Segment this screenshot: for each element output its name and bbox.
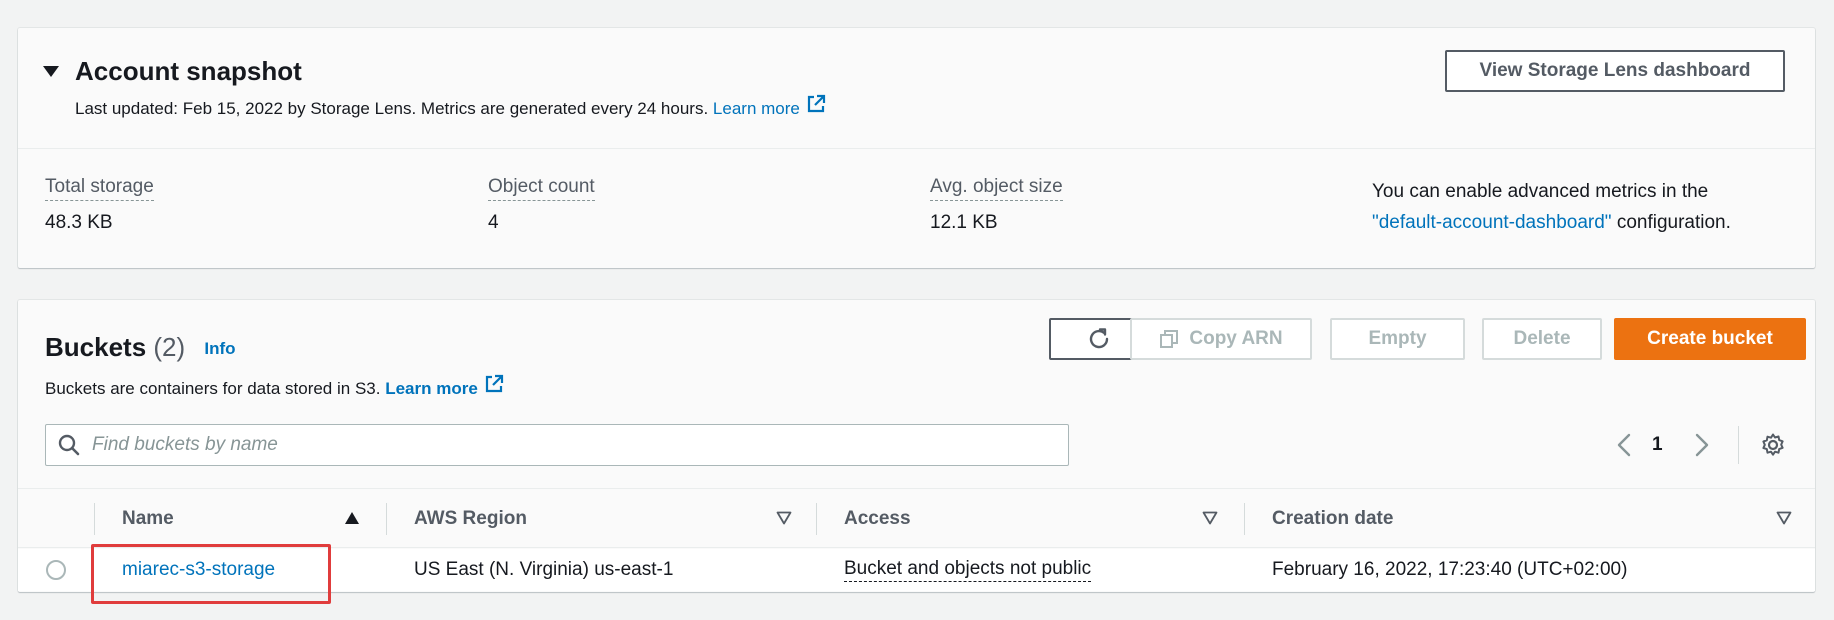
bucket-creation-date: February 16, 2022, 17:23:40 (UTC+02:00) [1272,559,1628,580]
metric-total-storage: Total storage 48.3 KB [45,176,154,235]
caret-down-icon[interactable] [43,66,59,77]
buckets-title-text: Buckets [45,332,147,362]
search-input[interactable] [90,433,1040,457]
column-separator [94,503,95,535]
view-storage-lens-dashboard-button[interactable]: View Storage Lens dashboard [1445,50,1785,92]
bucket-access[interactable]: Bucket and objects not public [844,558,1092,582]
column-separator [816,503,817,535]
row-select-radio[interactable] [46,560,66,580]
snapshot-title: Account snapshot [75,56,302,86]
snapshot-divider [18,148,1815,149]
snapshot-subtitle: Last updated: Feb 15, 2022 by Storage Le… [75,94,826,123]
refresh-icon [1086,326,1112,352]
note-prefix: You can enable advanced metrics in the [1372,181,1709,202]
snapshot-learn-more-link[interactable]: Learn more [712,94,826,118]
chevron-left-icon[interactable] [1616,428,1632,462]
sort-descending-icon[interactable] [1202,511,1218,530]
note-line-2: "default-account-dashboard" configuratio… [1372,207,1731,238]
metric-object-count: Object count 4 [488,176,595,235]
chevron-right-icon[interactable] [1694,428,1710,462]
buckets-description: Buckets are containers for data stored i… [45,374,504,403]
sort-ascending-icon[interactable] [344,511,360,530]
column-separator [386,503,387,535]
buckets-learn-more-label: Learn more [385,378,478,398]
buckets-count: (2) [153,332,186,362]
search-icon [58,434,80,456]
copy-arn-label: Copy ARN [1189,328,1283,349]
column-header-region[interactable]: AWS Region [414,489,527,548]
highlight-box [91,544,331,604]
copy-icon [1159,329,1179,349]
sort-descending-icon[interactable] [1776,511,1792,530]
buckets-title: Buckets (2) Info [45,332,236,363]
external-link-icon [806,94,826,121]
default-account-dashboard-link[interactable]: "default-account-dashboard" [1372,212,1612,233]
sort-descending-icon[interactable] [776,511,792,530]
empty-button[interactable]: Empty [1330,318,1465,360]
advanced-metrics-note: You can enable advanced metrics in the "… [1372,176,1731,238]
bucket-search [45,424,1069,466]
external-link-icon [484,374,504,401]
buckets-info-link[interactable]: Info [204,339,235,358]
page-number[interactable]: 1 [1652,428,1663,462]
create-bucket-button[interactable]: Create bucket [1614,318,1806,360]
column-separator [1244,503,1245,535]
copy-arn-button[interactable]: Copy ARN [1130,318,1312,360]
metric-value: 12.1 KB [930,211,998,233]
metric-value: 4 [488,211,499,233]
column-header-name[interactable]: Name [122,489,174,548]
snapshot-subtitle-text: Last updated: Feb 15, 2022 by Storage Le… [75,98,709,118]
note-suffix: configuration. [1611,212,1731,233]
pager-divider [1738,426,1739,464]
table-header: Name AWS Region Access Creation date [18,488,1815,548]
delete-button[interactable]: Delete [1482,318,1602,360]
metric-label[interactable]: Object count [488,176,595,201]
metric-label[interactable]: Avg. object size [930,176,1063,201]
metric-avg-object-size: Avg. object size 12.1 KB [930,176,1063,235]
metric-label[interactable]: Total storage [45,176,154,201]
column-header-access[interactable]: Access [844,489,911,548]
account-snapshot-panel: Account snapshot Last updated: Feb 15, 2… [18,28,1815,268]
buckets-learn-more-link[interactable]: Learn more [385,374,504,398]
metric-value: 48.3 KB [45,211,113,233]
bucket-region: US East (N. Virginia) us-east-1 [414,559,674,580]
gear-icon[interactable] [1760,428,1786,462]
snapshot-learn-more-label: Learn more [712,98,800,118]
buckets-description-text: Buckets are containers for data stored i… [45,378,381,398]
column-header-creation-date[interactable]: Creation date [1272,489,1393,548]
